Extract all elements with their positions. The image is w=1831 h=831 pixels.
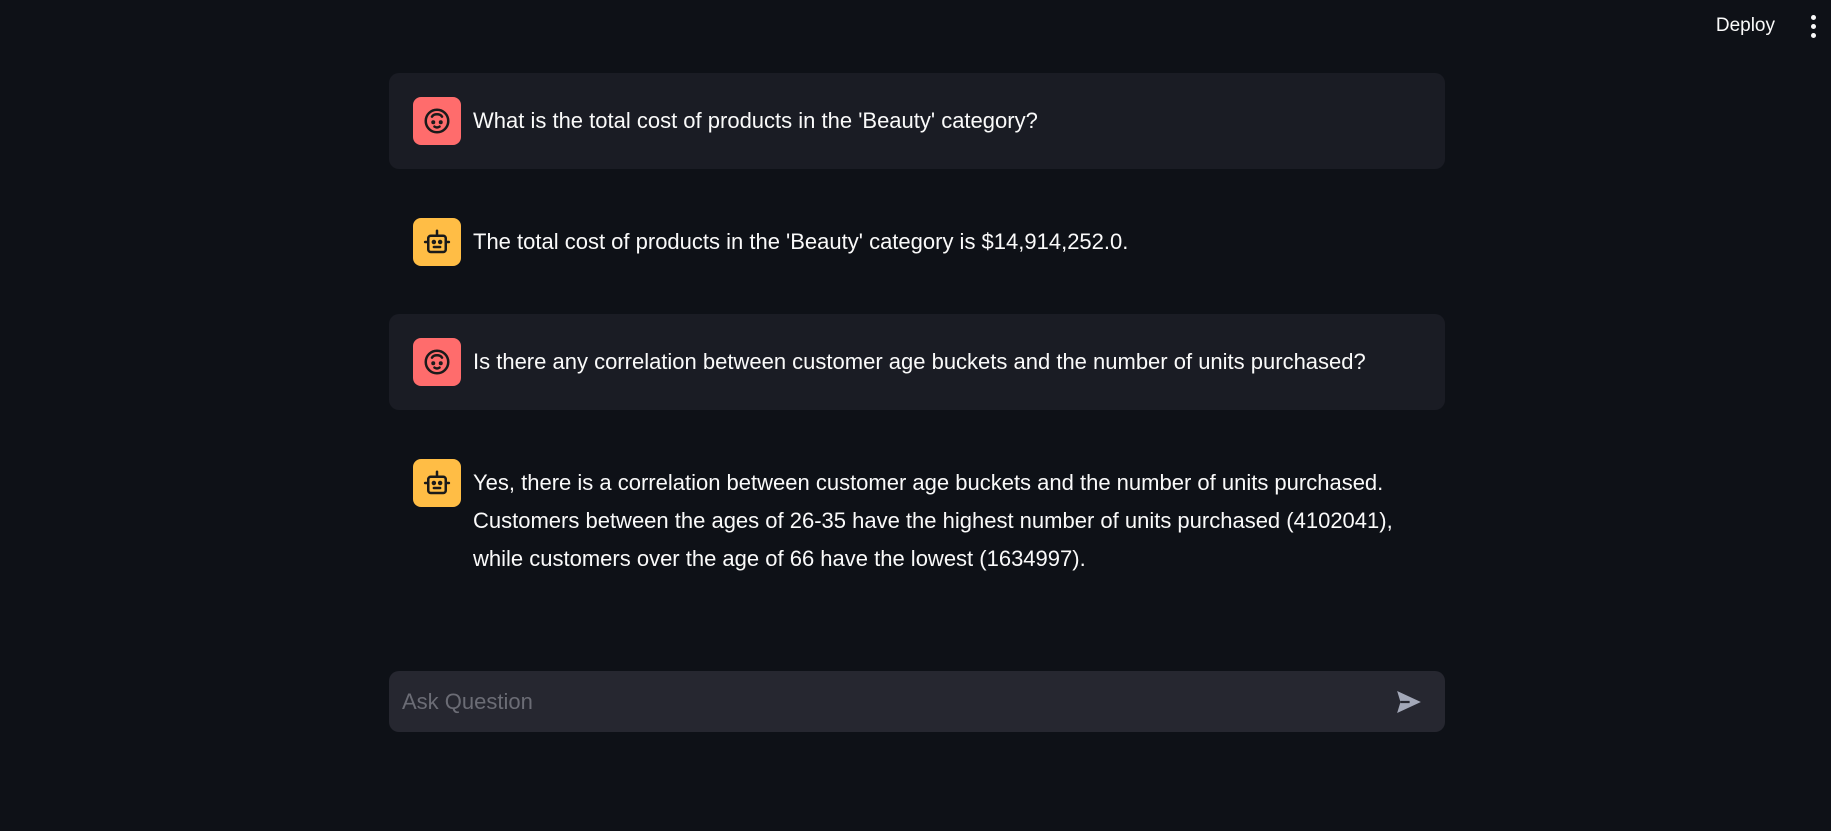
message-text: The total cost of products in the 'Beaut… [473, 229, 1129, 254]
assistant-message: The total cost of products in the 'Beaut… [389, 194, 1445, 289]
message-text: Is there any correlation between custome… [473, 349, 1366, 374]
chat-input[interactable] [389, 670, 1387, 733]
send-button[interactable] [1387, 680, 1431, 724]
message-text: What is the total cost of products in th… [473, 108, 1038, 133]
user-message: What is the total cost of products in th… [389, 73, 1445, 169]
chat-input-container [389, 670, 1445, 733]
top-toolbar: Deploy [1710, 0, 1831, 52]
user-message: Is there any correlation between custome… [389, 314, 1445, 410]
deploy-button[interactable]: Deploy [1710, 9, 1781, 43]
message-text: Yes, there is a correlation between cust… [473, 470, 1393, 571]
vertical-ellipsis-icon[interactable] [1805, 14, 1821, 38]
assistant-message: Yes, there is a correlation between cust… [389, 435, 1445, 601]
menu-dot [1810, 23, 1816, 29]
app-root: Deploy What is the total cost of product… [0, 0, 1831, 831]
menu-dot [1810, 32, 1816, 38]
chat-history: What is the total cost of products in th… [389, 73, 1445, 626]
user-face-icon [413, 338, 461, 386]
send-arrow-icon [1397, 690, 1421, 713]
robot-icon [413, 218, 461, 266]
menu-dot [1810, 14, 1816, 20]
robot-icon [413, 459, 461, 507]
user-face-icon [413, 97, 461, 145]
